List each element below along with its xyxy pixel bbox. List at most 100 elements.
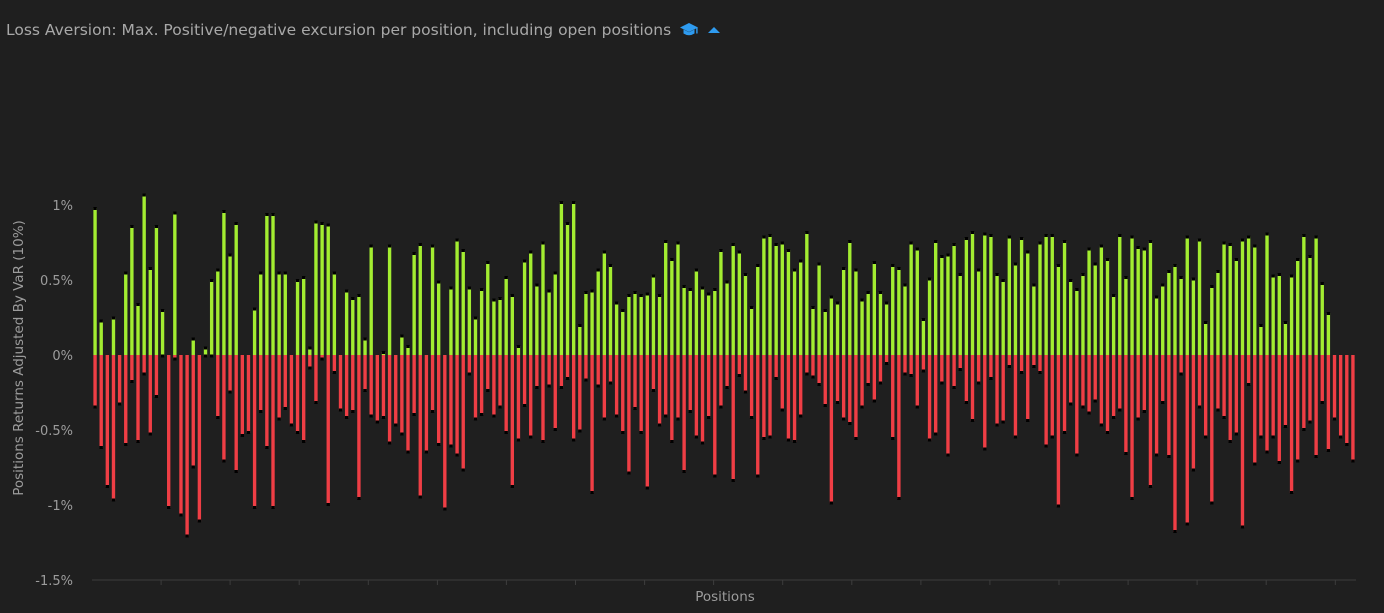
negative-bar: [1308, 355, 1312, 423]
negative-bar: [559, 355, 564, 388]
positive-bar-marker: [1105, 258, 1110, 261]
positive-bar: [486, 262, 490, 355]
negative-bar: [749, 355, 754, 418]
positive-bar: [154, 226, 159, 355]
positive-bar-marker: [295, 279, 300, 282]
positive-bar: [737, 251, 742, 355]
negative-bar-marker: [958, 368, 962, 371]
negative-bar-marker: [252, 506, 257, 509]
positive-bar-marker: [884, 301, 889, 305]
negative-bar: [700, 355, 705, 444]
positive-bar-marker: [768, 234, 772, 237]
positive-bar-marker: [387, 244, 392, 248]
negative-bar-marker: [1210, 501, 1214, 505]
positive-bar: [302, 277, 306, 355]
negative-bar: [191, 355, 195, 468]
negative-bar-marker: [1314, 455, 1318, 458]
positive-bar-marker: [1167, 270, 1171, 273]
negative-bar: [731, 355, 735, 481]
positive-bar-marker: [627, 294, 631, 297]
negative-bar: [848, 355, 852, 424]
negative-bar: [1216, 355, 1220, 411]
positive-bar: [492, 299, 496, 355]
negative-bar-marker: [559, 386, 564, 389]
negative-bar: [1296, 355, 1300, 462]
positive-bar: [1087, 248, 1091, 355]
positive-bar-marker: [553, 271, 557, 275]
positive-bar-marker: [829, 295, 834, 299]
positive-bar: [909, 242, 913, 355]
negative-bar-marker: [578, 429, 582, 433]
negative-bar: [1203, 355, 1208, 438]
negative-bar-marker: [571, 438, 576, 442]
y-tick-label: 1%: [52, 199, 73, 214]
positive-bar: [547, 290, 551, 355]
positive-bar: [1118, 235, 1122, 355]
negative-bar-marker: [191, 465, 195, 469]
positive-bar: [578, 325, 582, 355]
positive-bar: [1320, 283, 1324, 355]
positive-bar: [136, 304, 140, 355]
negative-bar: [424, 355, 429, 453]
negative-bar: [725, 355, 729, 388]
positive-bar: [792, 269, 797, 355]
positive-bar: [387, 245, 392, 355]
positive-bar: [1032, 284, 1036, 355]
negative-bar: [706, 355, 711, 418]
negative-bar: [179, 355, 183, 516]
y-tick-label: 0.5%: [40, 274, 73, 289]
negative-bar: [676, 355, 680, 420]
positive-bar-marker: [529, 250, 533, 254]
positive-bar-marker: [1062, 240, 1067, 243]
positive-bar-marker: [351, 297, 355, 300]
positive-bar-marker: [1124, 276, 1128, 279]
positive-bar-marker: [921, 318, 926, 321]
negative-bar-marker: [1308, 420, 1312, 424]
positive-bar-marker: [283, 271, 287, 275]
negative-bar-marker: [651, 389, 656, 392]
positive-bar-marker: [817, 262, 821, 266]
positive-bar: [357, 295, 361, 355]
negative-bar-marker: [479, 413, 484, 416]
positive-bar-marker: [1246, 235, 1251, 239]
positive-bar: [1203, 322, 1208, 355]
positive-bar-marker: [535, 283, 539, 287]
negative-bar: [590, 355, 594, 493]
negative-bar: [467, 355, 472, 375]
positive-bar-marker: [504, 276, 508, 279]
negative-bar-marker: [1320, 401, 1324, 404]
positive-bar: [295, 280, 300, 355]
positive-bar: [878, 292, 883, 355]
negative-bar: [983, 355, 987, 450]
positive-bar-marker: [461, 249, 465, 252]
negative-bar-marker: [1265, 450, 1269, 454]
negative-bar: [99, 355, 103, 448]
loss-aversion-bar-chart: 1% 0.5% 0% -0.5% -1% -1.5% Positions Positions …: [11, 193, 1356, 605]
positive-bar-marker: [1320, 282, 1324, 285]
negative-bar-marker: [657, 423, 662, 427]
negative-bar-marker: [584, 378, 588, 382]
positive-bar-marker: [903, 283, 907, 287]
negative-bar-marker: [234, 470, 238, 473]
negative-bar-marker: [1289, 491, 1294, 494]
positive-bar-marker: [1038, 241, 1042, 245]
negative-bar: [866, 355, 870, 385]
negative-bar: [860, 355, 864, 408]
positive-bar-marker: [136, 303, 140, 306]
negative-bar: [780, 355, 784, 411]
positive-bar: [633, 292, 637, 355]
positive-bar: [995, 274, 999, 355]
positive-bar-marker: [1075, 288, 1079, 291]
negative-bar: [136, 355, 140, 442]
negative-bar: [1222, 355, 1226, 418]
positive-bar-marker: [762, 235, 766, 239]
positive-bar: [927, 278, 932, 355]
negative-bar: [332, 355, 337, 373]
positive-bar-marker: [995, 273, 999, 276]
negative-bar-marker: [1142, 410, 1146, 413]
negative-bar: [302, 355, 306, 442]
positive-bar: [799, 260, 803, 355]
positive-bar-marker: [1032, 283, 1036, 287]
negative-bar: [664, 355, 668, 417]
positive-bar-marker: [731, 243, 735, 246]
